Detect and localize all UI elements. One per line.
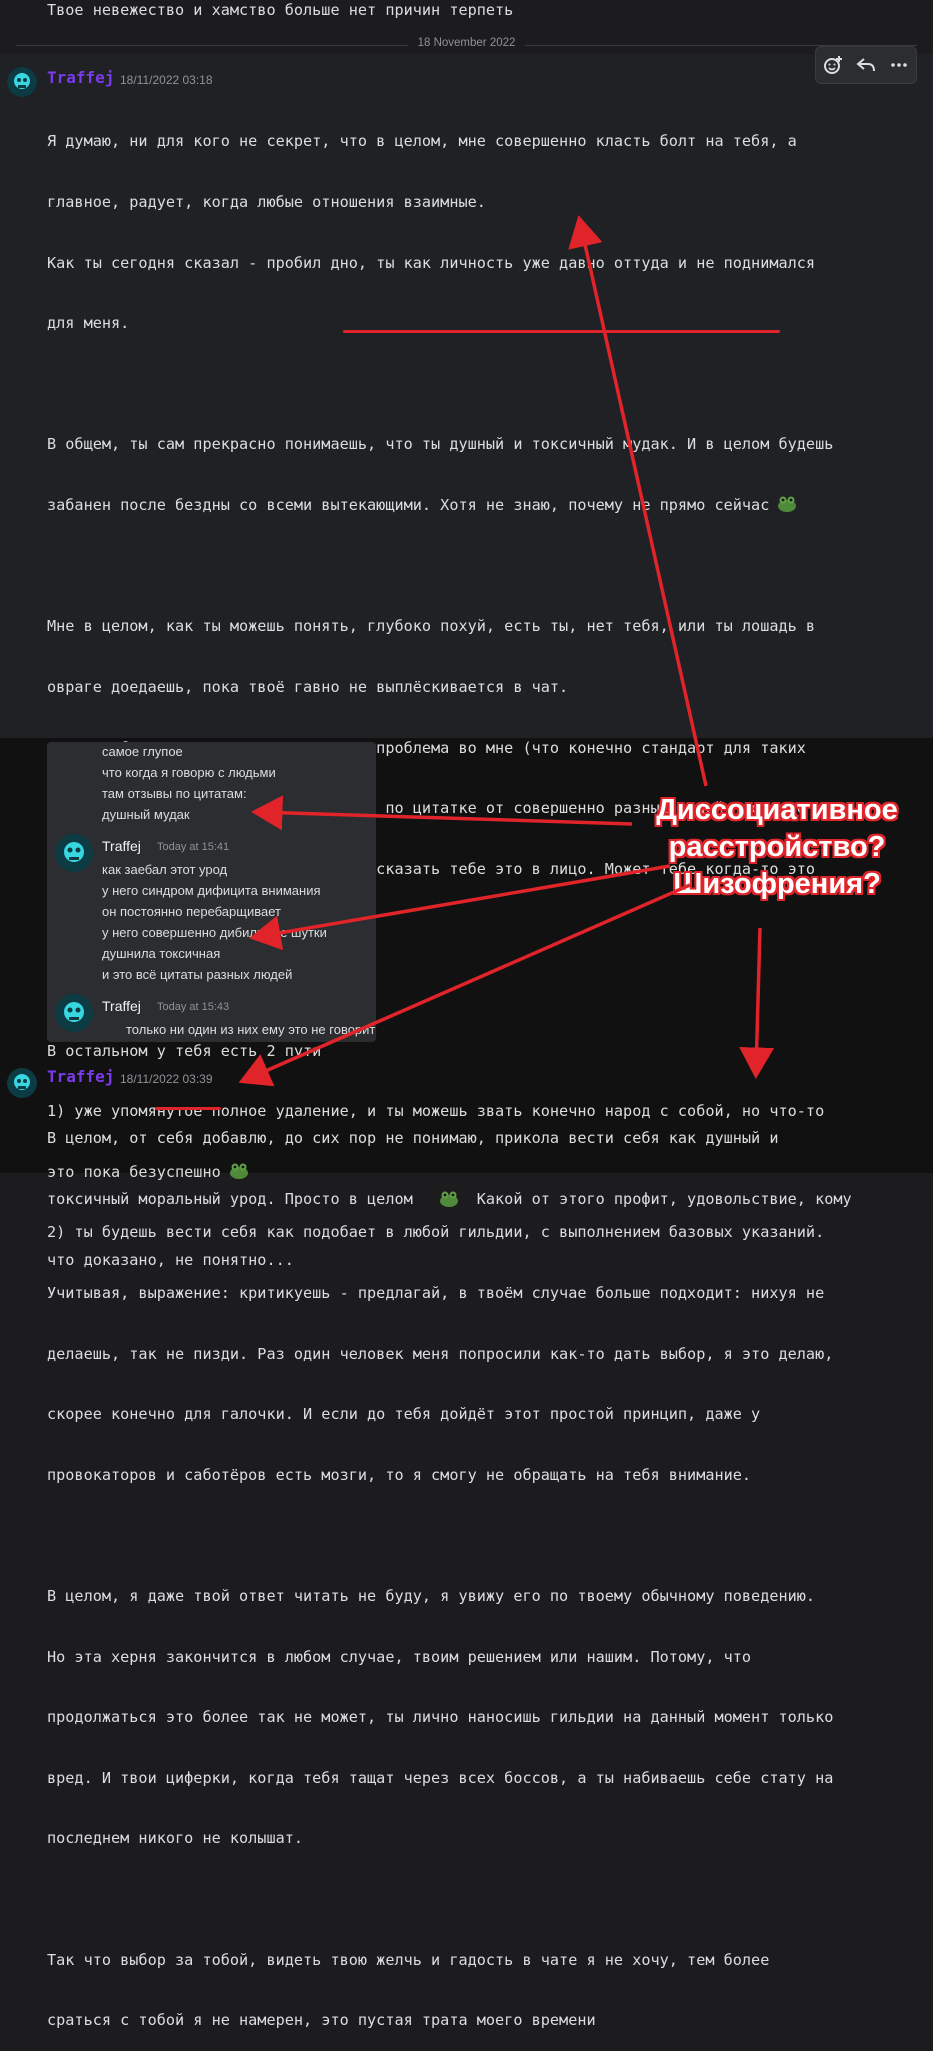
quote-line: душный мудак	[102, 807, 190, 822]
message-line: вред. И твои циферки, когда тебя тащат ч…	[47, 1768, 834, 1787]
message-line: Так что выбор за тобой, видеть твою желч…	[47, 1950, 770, 1969]
quote-line: там отзывы по цитатам:	[102, 786, 247, 801]
message-line: последнем никого не колышат.	[47, 1829, 304, 1848]
quote-line: как заебал этот урод	[102, 862, 228, 877]
annotation-line-3: Шизофрения?	[673, 868, 881, 900]
message-line: Мне в целом, как ты можешь понять, глубо…	[47, 617, 816, 636]
embed-username: Traffej	[102, 838, 141, 854]
quote-line: только ни один из них ему это не говорит	[126, 1022, 376, 1037]
message-line: провокаторов и саботёров есть мозги, то …	[47, 1465, 752, 1484]
date-divider-label: 18 November 2022	[407, 37, 526, 49]
message-line	[47, 374, 833, 394]
highlight-underline	[155, 1107, 221, 1110]
message-line: продолжаться это более так не может, ты …	[47, 1708, 834, 1727]
frog-emoji	[777, 495, 797, 513]
message-line: скорее конечно для галочки. И если до те…	[47, 1405, 761, 1424]
quote-line: душнила токсичная	[102, 946, 221, 961]
message-line: В общем, ты сам прекрасно понимаешь, что…	[47, 435, 834, 454]
embedded-screenshot: самое глупое что когда я говорю с людьми…	[47, 742, 376, 1042]
message-timestamp: 18/11/2022 03:39	[120, 1072, 213, 1086]
message-line: В целом, от себя добавлю, до сих пор не …	[47, 1129, 779, 1148]
message-toolbar	[815, 46, 917, 84]
message-line: Но эта херня закончится в любом случае, …	[47, 1647, 752, 1666]
message-line	[47, 556, 833, 576]
quote-line: у него совершенно дибильные шутки	[102, 925, 327, 940]
annotation-line-1: Диссоциативное	[656, 794, 898, 826]
message-body: В целом, от себя добавлю, до сих пор не …	[47, 1088, 852, 1290]
embed-timestamp: Today at 15:43	[157, 1001, 230, 1013]
embed-username: Traffej	[102, 998, 141, 1014]
message-timestamp: 18/11/2022 03:18	[120, 73, 213, 87]
quote-line: у него синдром дифицита внимания	[102, 883, 321, 898]
message-line: делаешь, так не пизди. Раз один человек …	[47, 1344, 834, 1363]
message-line: сраться с тобой я не намерен, это пустая…	[47, 2011, 596, 2030]
quote-line: что когда я говорю с людьми	[102, 765, 276, 780]
username[interactable]: Traffej	[47, 1067, 114, 1086]
message-line: главное, радует, когда любые отношения в…	[47, 193, 486, 212]
avatar[interactable]	[7, 67, 37, 97]
message-line: забанен после бездны со всеми вытекающим…	[47, 496, 770, 515]
quote-line: он постоянно перебарщивает	[102, 904, 281, 919]
message-line: В целом, я даже твой ответ читать не буд…	[47, 1587, 816, 1606]
previous-message-text: Твое невежество и хамство больше нет при…	[47, 1, 514, 19]
message-line: Как ты сегодня сказал - пробил дно, ты к…	[47, 253, 816, 272]
add-reaction-icon[interactable]	[820, 52, 846, 78]
message-line: овраге доедаешь, пока твоё гавно не выпл…	[47, 677, 569, 696]
avatar	[55, 994, 93, 1032]
message-line: В остальном у тебя есть 2 пути	[47, 1041, 322, 1060]
reply-icon[interactable]	[853, 52, 879, 78]
message-line	[47, 1525, 833, 1545]
message-line: что доказано, не понятно...	[47, 1250, 294, 1269]
message-body: Я думаю, ни для кого не секрет, что в це…	[47, 91, 833, 2051]
annotation-line-2: расстройство?	[668, 831, 886, 863]
highlight-underline	[343, 330, 780, 333]
more-icon[interactable]	[886, 52, 912, 78]
quote-line: и это всё цитаты разных людей	[102, 967, 293, 982]
quote-line: самое глупое	[102, 744, 183, 759]
message-line	[47, 1889, 833, 1909]
username[interactable]: Traffej	[47, 68, 114, 87]
avatar	[55, 834, 93, 872]
embed-timestamp: Today at 15:41	[157, 841, 230, 853]
frog-emoji	[439, 1190, 459, 1208]
avatar[interactable]	[7, 1068, 37, 1098]
message-line: Я думаю, ни для кого не секрет, что в це…	[47, 132, 797, 151]
